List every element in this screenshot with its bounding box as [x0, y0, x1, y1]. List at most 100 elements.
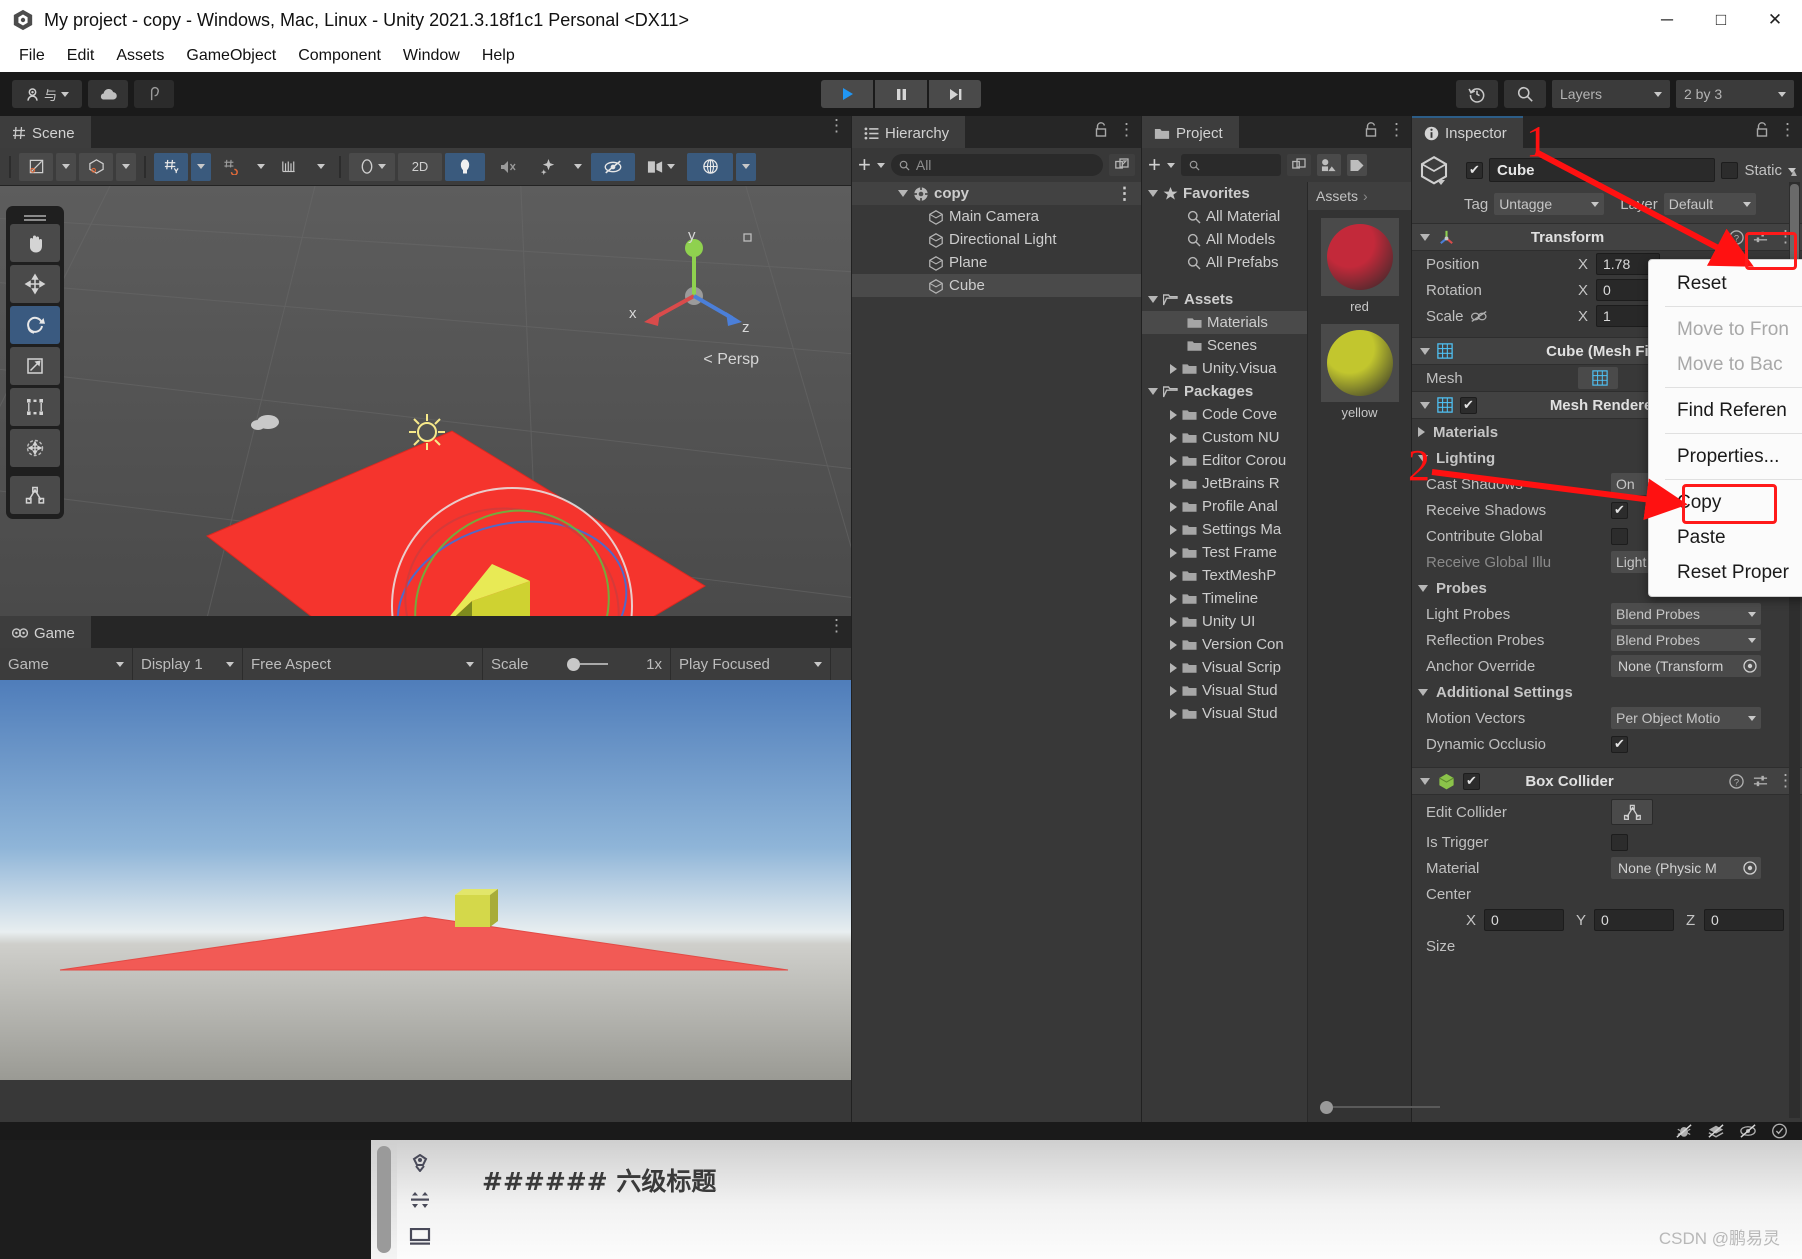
- project-tree-item[interactable]: Packages: [1142, 380, 1307, 403]
- menu-item-find-references[interactable]: Find Referen: [1649, 393, 1802, 428]
- undo-history-button[interactable]: [1456, 80, 1498, 108]
- project-tree-item[interactable]: Version Con: [1142, 633, 1307, 656]
- center-x-field[interactable]: 0: [1484, 909, 1564, 931]
- menu-assets[interactable]: Assets: [105, 43, 175, 69]
- menu-help[interactable]: Help: [471, 43, 526, 69]
- scene-visibility-button[interactable]: [591, 152, 635, 181]
- center-z-field[interactable]: 0: [1704, 909, 1784, 931]
- layout-dropdown[interactable]: 2 by 3: [1676, 80, 1794, 108]
- rotate-tool-button[interactable]: [10, 306, 60, 344]
- align-icon[interactable]: [410, 1191, 430, 1209]
- project-tree-item[interactable]: Test Frame: [1142, 541, 1307, 564]
- project-tree-item[interactable]: Scenes: [1142, 334, 1307, 357]
- project-expand-button[interactable]: [1286, 154, 1311, 176]
- project-tree-item[interactable]: Timeline: [1142, 587, 1307, 610]
- create-asset-button[interactable]: +: [1148, 154, 1161, 176]
- check-circle-icon[interactable]: [1771, 1123, 1788, 1139]
- lock-icon[interactable]: [1094, 122, 1108, 137]
- scale-slider[interactable]: Scale 1x: [483, 648, 671, 680]
- chevron-right-icon[interactable]: [1170, 570, 1177, 581]
- chevron-right-icon[interactable]: [1170, 409, 1177, 420]
- chevron-right-icon[interactable]: [1170, 478, 1177, 489]
- help-icon[interactable]: ?: [1729, 229, 1744, 245]
- step-button[interactable]: [929, 80, 981, 108]
- minimize-button[interactable]: ─: [1640, 0, 1694, 40]
- chevron-down-icon[interactable]: [1148, 190, 1158, 197]
- cloud-button[interactable]: [88, 80, 128, 108]
- project-tree-item[interactable]: All Prefabs: [1142, 251, 1307, 274]
- tab-scene[interactable]: Scene: [0, 116, 91, 148]
- chevron-right-icon[interactable]: [1170, 501, 1177, 512]
- chevron-right-icon[interactable]: [1170, 685, 1177, 696]
- chevron-down-icon[interactable]: [1148, 296, 1158, 303]
- gizmos-dropdown[interactable]: [736, 152, 756, 181]
- center-y-field[interactable]: 0: [1594, 909, 1674, 931]
- object-picker-icon[interactable]: [1743, 861, 1757, 875]
- toggle-audio-button[interactable]: [488, 152, 528, 181]
- mesh-object-field[interactable]: [1578, 367, 1618, 389]
- pause-button[interactable]: [875, 80, 927, 108]
- account-button[interactable]: 与: [12, 80, 82, 108]
- chevron-right-icon[interactable]: [1170, 616, 1177, 627]
- tab-project[interactable]: Project: [1142, 116, 1239, 148]
- gameobject-name-field[interactable]: Cube: [1489, 158, 1716, 182]
- layer-dropdown[interactable]: Default: [1663, 193, 1756, 215]
- project-tree-item[interactable]: Profile Anal: [1142, 495, 1307, 518]
- project-tree-item[interactable]: All Material: [1142, 205, 1307, 228]
- hierarchy-options-kebab[interactable]: ⋮: [1118, 121, 1135, 138]
- dynamic-occlusion-checkbox[interactable]: ✔: [1611, 735, 1628, 753]
- bottom-scroll-rail[interactable]: [371, 1140, 397, 1259]
- chevron-right-icon[interactable]: [1170, 547, 1177, 558]
- draw-mode-dropdown[interactable]: [116, 152, 136, 181]
- project-tree-item[interactable]: Editor Corou: [1142, 449, 1307, 472]
- preset-icon[interactable]: [1753, 774, 1768, 788]
- constrain-proportions-off-icon[interactable]: [1470, 310, 1488, 323]
- asset-item-yellow[interactable]: yellow: [1308, 316, 1411, 422]
- hand-tool-button[interactable]: [10, 224, 60, 262]
- hierarchy-item-plane[interactable]: Plane: [852, 251, 1141, 274]
- grid-dropdown[interactable]: [191, 152, 211, 181]
- scroll-up-arrow-icon[interactable]: ▲: [1789, 168, 1799, 179]
- move-tool-button[interactable]: [10, 265, 60, 303]
- help-icon[interactable]: ?: [1729, 773, 1744, 789]
- draw-mode-button[interactable]: [79, 152, 113, 181]
- tab-inspector[interactable]: Inspector: [1412, 116, 1523, 148]
- chevron-right-icon[interactable]: [1170, 708, 1177, 719]
- project-tree-item[interactable]: Visual Stud: [1142, 702, 1307, 725]
- tag-dropdown[interactable]: Untagge: [1494, 193, 1605, 215]
- tab-hierarchy[interactable]: Hierarchy: [852, 116, 966, 148]
- menu-component[interactable]: Component: [287, 43, 392, 69]
- play-mode-dropdown[interactable]: Play Focused: [671, 648, 831, 680]
- bug-off-icon[interactable]: [1675, 1123, 1693, 1139]
- project-filter-type-button[interactable]: [1316, 154, 1341, 176]
- motion-vectors-dropdown[interactable]: Per Object Motio: [1611, 707, 1761, 729]
- aspect-dropdown[interactable]: Free Aspect: [243, 648, 483, 680]
- project-tree-item[interactable]: Settings Ma: [1142, 518, 1307, 541]
- game-viewport[interactable]: [0, 680, 851, 1122]
- menu-item-paste[interactable]: Paste: [1649, 520, 1802, 555]
- project-tree-item[interactable]: Code Cove: [1142, 403, 1307, 426]
- monitor-icon[interactable]: [409, 1227, 431, 1246]
- transform-context-menu[interactable]: Reset Move to Fron Move to Bac Find Refe…: [1648, 259, 1802, 597]
- play-button[interactable]: [821, 80, 873, 108]
- layers-dropdown[interactable]: Layers: [1552, 80, 1670, 108]
- inspector-options-kebab[interactable]: ⋮: [1779, 121, 1796, 138]
- chevron-right-icon[interactable]: [1170, 524, 1177, 535]
- light-probes-dropdown[interactable]: Blend Probes: [1611, 603, 1761, 625]
- box-collider-component-header[interactable]: ✔ Box Collider ? ⋮: [1412, 767, 1802, 795]
- toggle-lighting-button[interactable]: [445, 152, 485, 181]
- transform-tool-button[interactable]: [10, 429, 60, 467]
- gizmos-button[interactable]: [687, 152, 733, 181]
- transform-component-header[interactable]: Transform ? ⋮: [1412, 223, 1802, 251]
- receive-shadows-checkbox[interactable]: ✔: [1611, 501, 1628, 519]
- scene-options-kebab[interactable]: ⋮: [828, 117, 845, 134]
- toggle-2d-button[interactable]: 2D: [398, 152, 442, 181]
- fx-dropdown[interactable]: [568, 152, 588, 181]
- project-tree-item[interactable]: Favorites: [1142, 182, 1307, 205]
- eye-off-icon[interactable]: [1739, 1123, 1757, 1139]
- project-breadcrumb[interactable]: Assets ›: [1308, 182, 1411, 210]
- close-button[interactable]: ✕: [1748, 0, 1802, 40]
- additional-settings-foldout[interactable]: Additional Settings: [1412, 679, 1802, 705]
- chevron-right-icon[interactable]: [1170, 593, 1177, 604]
- chevron-down-icon[interactable]: [1418, 584, 1428, 592]
